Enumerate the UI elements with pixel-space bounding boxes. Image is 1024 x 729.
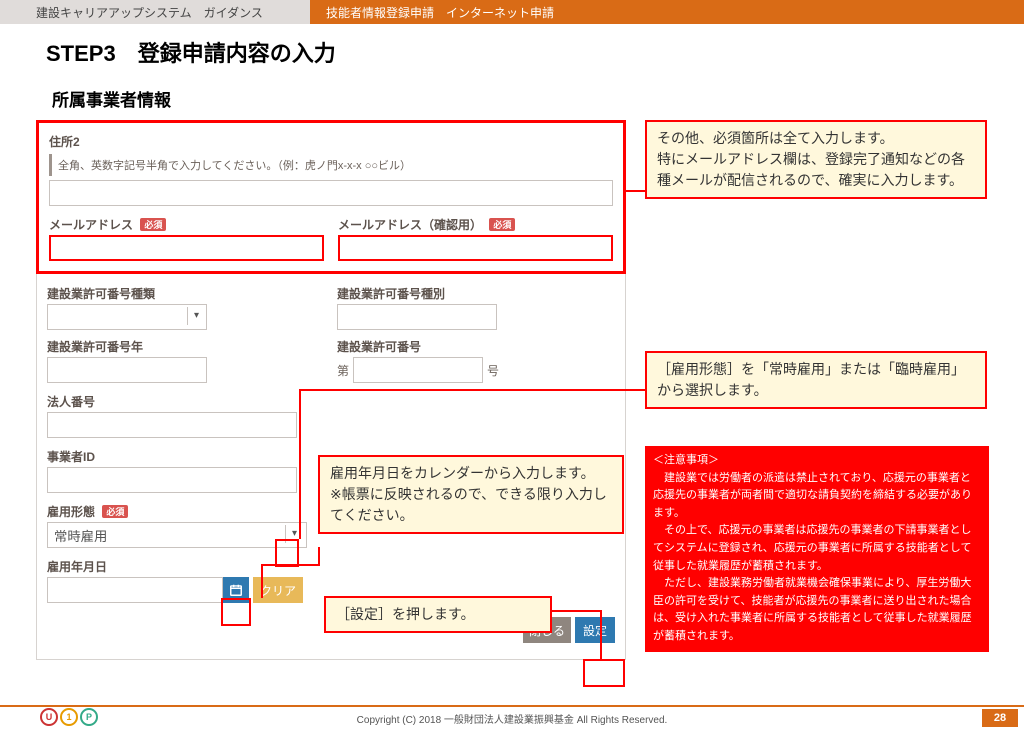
email-input[interactable]	[49, 235, 324, 261]
red-notice-title: ＜注意事項＞	[653, 452, 981, 470]
highlight-emp-type-arrow	[275, 539, 299, 567]
permit-number-label: 建設業許可番号	[337, 338, 615, 355]
connector-2v	[299, 389, 301, 539]
email-label: メールアドレス 必須	[49, 216, 324, 233]
connector-3v	[261, 564, 263, 598]
email-confirm-label-text: メールアドレス（確認用）	[338, 218, 482, 232]
brand-icon-2: 1	[60, 708, 78, 726]
header-right: 技能者情報登録申請 インターネット申請	[310, 0, 1024, 24]
connector-1	[626, 190, 645, 192]
permit-year-input[interactable]	[47, 357, 207, 383]
permit-kind-input[interactable]	[337, 304, 497, 330]
copyright: Copyright (C) 2018 一般財団法人建設業振興基金 All Rig…	[357, 711, 668, 726]
permit-year-label: 建設業許可番号年	[47, 338, 325, 355]
addr2-input[interactable]	[49, 180, 613, 206]
red-notice: ＜注意事項＞ 建設業では労働者の派遣は禁止されており、応援元の事業者と応援先の事…	[645, 446, 989, 652]
corp-no-label: 法人番号	[47, 393, 615, 410]
corp-no-input[interactable]	[47, 412, 297, 438]
email-confirm-label: メールアドレス（確認用） 必須	[338, 216, 613, 233]
callout-4-text: ［設定］を押します。	[336, 606, 475, 622]
permit-kind-label: 建設業許可番号種別	[337, 285, 615, 302]
emp-date-label: 雇用年月日	[47, 558, 615, 575]
callout-3-text: 雇用年月日をカレンダーから入力します。 ※帳票に反映されるので、できる限り入力し…	[330, 465, 607, 523]
addr2-label: 住所2	[49, 133, 613, 150]
required-badge: 必須	[489, 218, 515, 231]
callout-2: ［雇用形態］を「常時雇用」または「臨時雇用」から選択します。	[645, 351, 987, 409]
biz-id-input[interactable]	[47, 467, 297, 493]
highlight-set-button	[583, 659, 625, 687]
emp-type-select[interactable]	[47, 522, 307, 548]
permit-suffix: 号	[487, 362, 499, 379]
callout-2-text: ［雇用形態］を「常時雇用」または「臨時雇用」から選択します。	[657, 361, 965, 398]
addr2-hint: 全角、英数字記号半角で入力してください。（例：虎ノ門x-x-x ○○ビル）	[49, 154, 613, 176]
emp-date-input[interactable]	[47, 577, 223, 603]
connector-3v2	[318, 547, 320, 566]
connector-4v	[600, 610, 602, 659]
connector-2h	[299, 389, 645, 391]
email-confirm-input[interactable]	[338, 235, 613, 261]
red-notice-body: 建設業では労働者の派遣は禁止されており、応援元の事業者と応援先の事業者が両者間で…	[653, 470, 981, 646]
connector-3h	[261, 564, 318, 566]
brand-icon-1: U	[40, 708, 58, 726]
brand-icon-3: P	[80, 708, 98, 726]
footer: U 1 P Copyright (C) 2018 一般財団法人建設業振興基金 A…	[0, 705, 1024, 729]
permit-type-label: 建設業許可番号種類	[47, 285, 325, 302]
emp-type-label-text: 雇用形態	[47, 505, 95, 519]
permit-number-input[interactable]	[353, 357, 483, 383]
header-left: 建設キャリアアップシステム ガイダンス	[0, 0, 310, 24]
chevron-down-icon: ▾	[187, 307, 205, 325]
callout-1-text: その他、必須箇所は全て入力します。 特にメールアドレス欄は、登録完了通知などの各…	[657, 130, 965, 188]
permit-prefix: 第	[337, 362, 349, 379]
set-button[interactable]: 設定	[575, 617, 615, 643]
permit-type-select[interactable]	[47, 304, 207, 330]
callout-3: 雇用年月日をカレンダーから入力します。 ※帳票に反映されるので、できる限り入力し…	[318, 455, 624, 534]
step-title: STEP3 登録申請内容の入力	[46, 36, 1024, 68]
highlight-calendar	[221, 598, 251, 626]
brand-icons: U 1 P	[40, 708, 98, 726]
required-badge: 必須	[140, 218, 166, 231]
header-bar: 建設キャリアアップシステム ガイダンス 技能者情報登録申請 インターネット申請	[0, 0, 1024, 24]
callout-1: その他、必須箇所は全て入力します。 特にメールアドレス欄は、登録完了通知などの各…	[645, 120, 987, 199]
top-highlight-box: 住所2 全角、英数字記号半角で入力してください。（例：虎ノ門x-x-x ○○ビル…	[36, 120, 626, 274]
required-badge: 必須	[102, 505, 128, 518]
page-number: 28	[982, 709, 1018, 727]
email-label-text: メールアドレス	[49, 218, 133, 232]
connector-4h	[552, 610, 602, 612]
callout-4: ［設定］を押します。	[324, 596, 552, 633]
subsection-title: 所属事業者情報	[52, 86, 1024, 111]
